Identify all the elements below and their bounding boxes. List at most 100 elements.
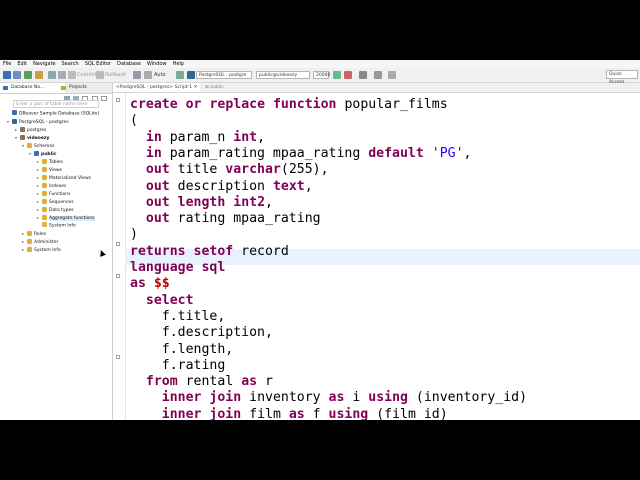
tree-item-label: Tables bbox=[49, 160, 63, 165]
tab-database-navigator[interactable]: Database Na... bbox=[0, 83, 65, 93]
history-icon[interactable] bbox=[58, 71, 66, 79]
menu-bar: File Edit Navigate Search SQL Editor Dat… bbox=[0, 60, 640, 68]
tree-item[interactable]: ▾ Schemas bbox=[22, 142, 54, 150]
schema-combo[interactable]: public@videoezy bbox=[256, 71, 310, 79]
tab-script-1[interactable]: <PostgreSQL - postgres> Script-1 ✕ bbox=[113, 83, 201, 92]
execute-icon[interactable] bbox=[333, 71, 341, 79]
sql-editor-icon[interactable] bbox=[24, 71, 32, 79]
result-limit-input[interactable]: 20000 bbox=[313, 71, 330, 79]
open-file-icon[interactable] bbox=[35, 71, 43, 79]
node-icon bbox=[42, 214, 47, 220]
tree-item[interactable]: System Info bbox=[37, 222, 76, 230]
tree-item[interactable]: ▾ public bbox=[29, 150, 56, 158]
tree-item[interactable]: ▸ System Info bbox=[22, 246, 61, 254]
refresh-icon[interactable] bbox=[176, 71, 184, 79]
menu-search[interactable]: Search bbox=[59, 60, 82, 68]
fold-marker[interactable] bbox=[116, 98, 120, 102]
code-line[interactable]: inner join inventory as i using (invento… bbox=[130, 390, 527, 406]
transaction-log-icon[interactable] bbox=[133, 71, 141, 79]
tree-item[interactable]: ▸ Sequences bbox=[37, 198, 74, 206]
tree-item-label: postgres bbox=[27, 128, 47, 133]
node-icon bbox=[42, 206, 47, 212]
tree-item-label: Schemas bbox=[34, 144, 55, 149]
tree-item[interactable]: ▸ Functions bbox=[37, 190, 71, 198]
node-icon bbox=[42, 198, 47, 204]
node-icon bbox=[12, 110, 17, 115]
code-line[interactable]: inner join film as f using (film_id) bbox=[130, 407, 448, 420]
fold-marker[interactable] bbox=[116, 355, 120, 359]
sql-editor[interactable]: create or replace function popular_films… bbox=[130, 93, 640, 420]
menu-database[interactable]: Database bbox=[114, 60, 144, 68]
maximize-icon[interactable] bbox=[101, 96, 107, 101]
code-line[interactable]: f.title, bbox=[130, 309, 226, 325]
tree-item-label: PostgreSQL - postgres bbox=[19, 120, 69, 125]
code-line[interactable]: f.rating bbox=[130, 358, 226, 374]
tree-item[interactable]: ▸ Tables bbox=[37, 158, 63, 166]
back-icon[interactable] bbox=[388, 71, 396, 79]
menu-sql-editor[interactable]: SQL Editor bbox=[82, 60, 114, 68]
tree-item[interactable]: ▸ Indexes bbox=[37, 182, 66, 190]
table-filter-input[interactable]: Enter a part of table name here bbox=[13, 100, 99, 108]
menu-navigate[interactable]: Navigate bbox=[30, 60, 58, 68]
tree-item[interactable]: ▸ Data types bbox=[37, 206, 74, 214]
new-connection-icon[interactable] bbox=[3, 71, 11, 79]
tree-item[interactable]: ▾ PostgreSQL - postgres bbox=[7, 118, 69, 126]
node-icon bbox=[42, 166, 47, 172]
code-line[interactable]: f.description, bbox=[130, 325, 273, 341]
code-line[interactable]: returns setof record bbox=[130, 244, 289, 260]
node-icon bbox=[42, 190, 47, 196]
tree-item-label: Indexes bbox=[49, 184, 67, 189]
menu-edit[interactable]: Edit bbox=[14, 60, 30, 68]
code-line[interactable]: out rating mpaa_rating bbox=[130, 211, 321, 227]
tree-item[interactable]: ▸ Views bbox=[37, 166, 62, 174]
code-line[interactable]: out title varchar(255), bbox=[130, 162, 329, 178]
node-icon bbox=[27, 230, 32, 236]
code-line[interactable]: f.length, bbox=[130, 342, 233, 358]
folder-icon bbox=[61, 86, 66, 90]
auto-commit-icon[interactable] bbox=[144, 71, 152, 79]
tree-item-label: Data types bbox=[49, 208, 74, 213]
database-icon[interactable] bbox=[13, 71, 21, 79]
tree-item[interactable]: DBeaver Sample Database (SQLite) bbox=[7, 110, 99, 118]
tree-item-label: Roles bbox=[34, 232, 47, 237]
code-line[interactable]: language sql bbox=[130, 260, 225, 276]
commit-mode-label[interactable]: Auto bbox=[154, 71, 166, 79]
code-line[interactable]: select bbox=[130, 293, 194, 309]
code-line[interactable]: in param_n int, bbox=[130, 130, 265, 146]
code-line[interactable]: ( bbox=[130, 113, 138, 129]
tree-item-label: Aggregate functions bbox=[49, 216, 95, 221]
tree-item[interactable]: ▸ Administer bbox=[22, 238, 58, 246]
datasource-combo[interactable]: PostgreSQL - postgre bbox=[196, 71, 252, 79]
tab-label: Database Na... bbox=[11, 85, 45, 90]
tree-item[interactable]: ▸ Aggregate functions bbox=[37, 214, 95, 222]
fold-marker[interactable] bbox=[116, 274, 120, 278]
tab-projects[interactable]: Projects bbox=[58, 83, 109, 93]
tree-item[interactable]: ▸ Materialized Views bbox=[37, 174, 91, 182]
tree-item[interactable]: ▸ Roles bbox=[22, 230, 46, 238]
code-line[interactable]: create or replace function popular_films bbox=[130, 97, 448, 113]
code-line[interactable]: in param_rating mpaa_rating default 'PG'… bbox=[130, 146, 472, 162]
node-icon bbox=[42, 174, 47, 180]
format-icon[interactable] bbox=[359, 71, 367, 79]
tree-item[interactable]: ▸ postgres bbox=[15, 126, 46, 134]
rollback-button[interactable]: Rollback bbox=[105, 71, 126, 79]
navigate-icon[interactable] bbox=[374, 71, 382, 79]
code-line[interactable]: as $$ bbox=[130, 276, 170, 292]
code-line[interactable]: out description text, bbox=[130, 179, 313, 195]
tree-item[interactable]: ▾ videoezy bbox=[15, 134, 49, 142]
menu-file[interactable]: File bbox=[0, 60, 14, 68]
transaction-mode-icon[interactable] bbox=[48, 71, 56, 79]
code-line[interactable]: out length int2, bbox=[130, 195, 273, 211]
code-line[interactable]: ) bbox=[130, 227, 138, 243]
quick-access-input[interactable]: Quick Access bbox=[606, 70, 638, 85]
breadcrumb[interactable]: ⊞ public bbox=[205, 83, 224, 92]
stop-icon[interactable] bbox=[344, 71, 352, 79]
fold-marker[interactable] bbox=[116, 242, 120, 246]
main-toolbar: Commit Rollback Auto PostgreSQL - postgr… bbox=[0, 68, 640, 85]
code-line[interactable]: from rental as r bbox=[130, 374, 273, 390]
menu-window[interactable]: Window bbox=[144, 60, 170, 68]
menu-help[interactable]: Help bbox=[170, 60, 187, 68]
commit-button[interactable]: Commit bbox=[77, 71, 97, 79]
node-icon bbox=[12, 118, 17, 124]
dbeaver-window: File Edit Navigate Search SQL Editor Dat… bbox=[0, 60, 640, 420]
